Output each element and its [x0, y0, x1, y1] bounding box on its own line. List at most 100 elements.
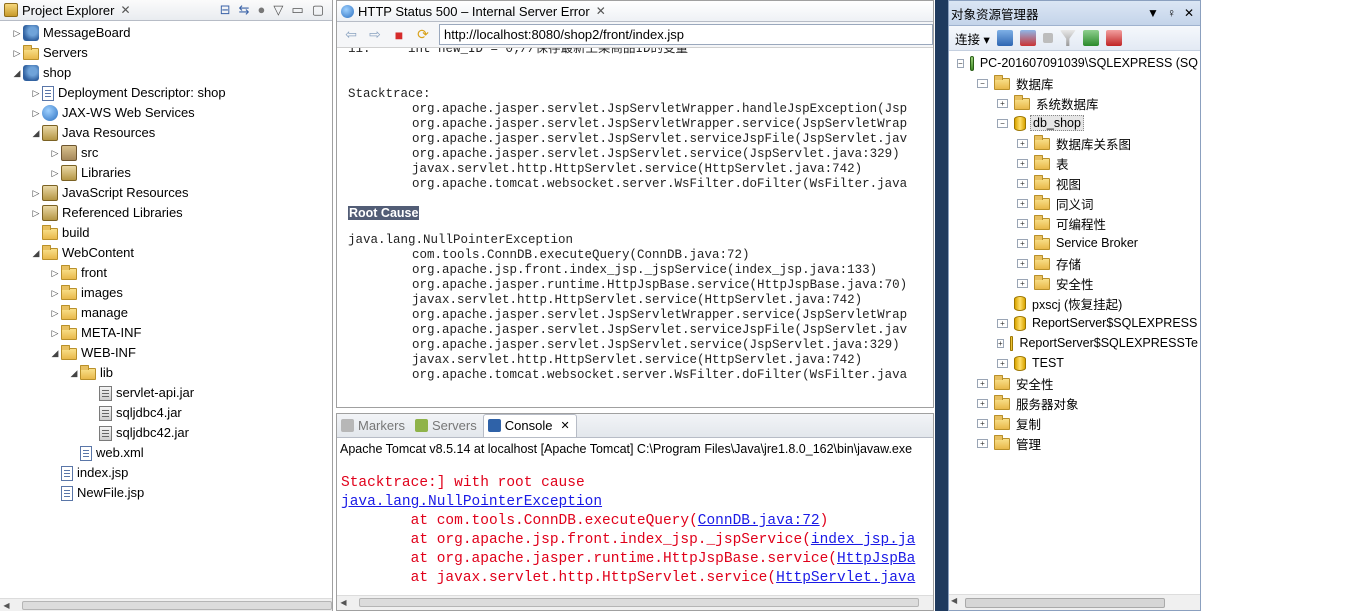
tree-item[interactable]: ▷ Libraries — [0, 163, 332, 183]
back-icon[interactable]: ⇦ — [343, 26, 359, 43]
connect-icon[interactable] — [996, 30, 1013, 46]
expand-arrow-icon[interactable]: ▷ — [30, 103, 42, 123]
tree-item[interactable]: web.xml — [0, 443, 332, 463]
object-tree-item[interactable]: + 表 — [949, 153, 1200, 173]
minimize-icon[interactable]: ▭ — [291, 2, 303, 18]
expand-icon[interactable]: + — [977, 418, 988, 428]
browser-tab[interactable]: HTTP Status 500 – Internal Server Error … — [337, 1, 933, 22]
project-explorer-tab[interactable]: Project Explorer ✕ ⊟ ⇆ ● ▽ ▭ ▢ — [0, 0, 332, 21]
object-tree-item[interactable]: + 同义词 — [949, 193, 1200, 213]
expand-arrow-icon[interactable]: ▷ — [11, 43, 23, 63]
expand-icon[interactable]: + — [1017, 198, 1028, 208]
expand-arrow-icon[interactable]: ▷ — [30, 183, 42, 203]
close-icon[interactable]: ✕ — [560, 419, 569, 432]
expand-arrow-icon[interactable]: ▷ — [49, 323, 61, 343]
object-tree-item[interactable]: + 数据库关系图 — [949, 133, 1200, 153]
expand-arrow-icon[interactable]: ▷ — [49, 303, 61, 323]
forward-icon[interactable]: ⇨ — [367, 26, 383, 43]
close-icon[interactable]: ✕ — [596, 4, 606, 18]
object-tree-item[interactable]: pxscj (恢复挂起) — [949, 293, 1200, 313]
expand-icon[interactable]: + — [1017, 258, 1028, 268]
scroll-left-icon[interactable]: ◀ — [951, 596, 957, 605]
tree-item[interactable]: NewFile.jsp — [0, 483, 332, 503]
collapse-arrow-icon[interactable]: ◢ — [11, 63, 23, 83]
tree-item[interactable]: sqljdbc42.jar — [0, 423, 332, 443]
maximize-icon[interactable]: ▢ — [312, 2, 324, 18]
collapse-arrow-icon[interactable]: ◢ — [68, 363, 80, 383]
expand-icon[interactable]: + — [1017, 218, 1028, 228]
collapse-arrow-icon[interactable]: ◢ — [30, 123, 42, 143]
tree-item[interactable]: ▷ Deployment Descriptor: shop — [0, 83, 332, 103]
collapse-icon[interactable]: − — [977, 78, 988, 88]
close-icon[interactable]: ✕ — [1184, 6, 1194, 20]
expand-icon[interactable]: + — [1017, 238, 1028, 248]
expand-icon[interactable]: + — [997, 98, 1008, 108]
expand-icon[interactable]: + — [997, 318, 1008, 328]
tree-item[interactable]: ◢ WebContent — [0, 243, 332, 263]
expand-icon[interactable]: + — [977, 398, 988, 408]
object-tree-item[interactable]: + 安全性 — [949, 373, 1200, 393]
tab-servers[interactable]: Servers — [411, 418, 483, 437]
horizontal-scrollbar[interactable]: ◀ — [949, 594, 1200, 610]
expand-icon[interactable]: + — [1017, 178, 1028, 188]
object-tree-item[interactable]: + 管理 — [949, 433, 1200, 453]
tree-item[interactable]: ▷ JavaScript Resources — [0, 183, 332, 203]
scroll-left-icon[interactable]: ◀ — [0, 599, 13, 611]
stop-icon[interactable]: ■ — [391, 27, 407, 43]
link-with-editor-icon[interactable]: ⇆ — [239, 2, 250, 18]
object-tree-item[interactable]: + 存储 — [949, 253, 1200, 273]
tree-item[interactable]: ▷ Referenced Libraries — [0, 203, 332, 223]
tree-item[interactable]: sqljdbc4.jar — [0, 403, 332, 423]
connect-button[interactable]: 连接 ▾ — [955, 29, 990, 48]
refresh-icon[interactable]: ⟳ — [415, 26, 431, 43]
expand-icon[interactable]: + — [977, 378, 988, 388]
tree-item[interactable]: ◢ Java Resources — [0, 123, 332, 143]
tree-item[interactable]: ▷ Servers — [0, 43, 332, 63]
expand-icon[interactable]: + — [1017, 278, 1028, 288]
horizontal-scrollbar[interactable]: ◀ — [337, 595, 933, 610]
expand-arrow-icon[interactable]: ▷ — [11, 23, 23, 43]
object-tree-item[interactable]: + 可编程性 — [949, 213, 1200, 233]
source-link[interactable]: HttpJspBa — [837, 551, 915, 567]
expand-arrow-icon[interactable]: ▷ — [49, 163, 61, 183]
object-tree-item[interactable]: + 系统数据库 — [949, 93, 1200, 113]
object-tree-item[interactable]: + 安全性 — [949, 273, 1200, 293]
tab-console[interactable]: Console ✕ — [482, 414, 577, 437]
url-field[interactable]: http://localhost:8080/shop2/front/index.… — [439, 24, 933, 45]
tree-item[interactable]: build — [0, 223, 332, 243]
object-tree-item[interactable]: + ReportServer$SQLEXPRESSTe — [949, 333, 1200, 353]
tree-item[interactable]: index.jsp — [0, 463, 332, 483]
tree-item[interactable]: ▷ front — [0, 263, 332, 283]
expand-icon[interactable]: + — [977, 438, 988, 448]
source-link[interactable]: HttpServlet.java — [776, 570, 915, 586]
tree-item[interactable]: ▷ images — [0, 283, 332, 303]
stop-icon[interactable] — [1042, 33, 1053, 43]
collapse-icon[interactable]: − — [997, 118, 1008, 128]
tree-item[interactable]: ◢ shop — [0, 63, 332, 83]
expand-arrow-icon[interactable]: ▷ — [49, 283, 61, 303]
collapse-icon[interactable]: − — [957, 58, 964, 68]
exception-link[interactable]: java.lang.NullPointerException — [341, 494, 602, 510]
refresh-icon[interactable] — [1082, 30, 1099, 46]
object-tree-item[interactable]: + 服务器对象 — [949, 393, 1200, 413]
expand-icon[interactable]: + — [997, 358, 1008, 368]
expand-arrow-icon[interactable]: ▷ — [30, 83, 42, 103]
tree-item[interactable]: ▷ MessageBoard — [0, 23, 332, 43]
close-icon[interactable]: ✕ — [120, 3, 130, 17]
tree-item[interactable]: servlet-api.jar — [0, 383, 332, 403]
object-tree-item[interactable]: + 视图 — [949, 173, 1200, 193]
tree-item[interactable]: ▷ JAX-WS Web Services — [0, 103, 332, 123]
object-tree-item[interactable]: + 复制 — [949, 413, 1200, 433]
activity-monitor-icon[interactable] — [1105, 30, 1122, 46]
object-tree-item[interactable]: + Service Broker — [949, 233, 1200, 253]
expand-icon[interactable]: + — [1017, 138, 1028, 148]
disconnect-icon[interactable] — [1019, 30, 1036, 46]
view-menu-icon[interactable]: ▽ — [273, 2, 283, 18]
tree-item[interactable]: ▷ META-INF — [0, 323, 332, 343]
focus-icon[interactable]: ● — [258, 2, 266, 18]
source-link[interactable]: ConnDB.java:72 — [698, 513, 820, 529]
source-link[interactable]: index_jsp.ja — [811, 532, 915, 548]
scrollbar-thumb[interactable] — [965, 598, 1165, 608]
tree-item[interactable]: ◢ lib — [0, 363, 332, 383]
tree-item[interactable]: ▷ src — [0, 143, 332, 163]
